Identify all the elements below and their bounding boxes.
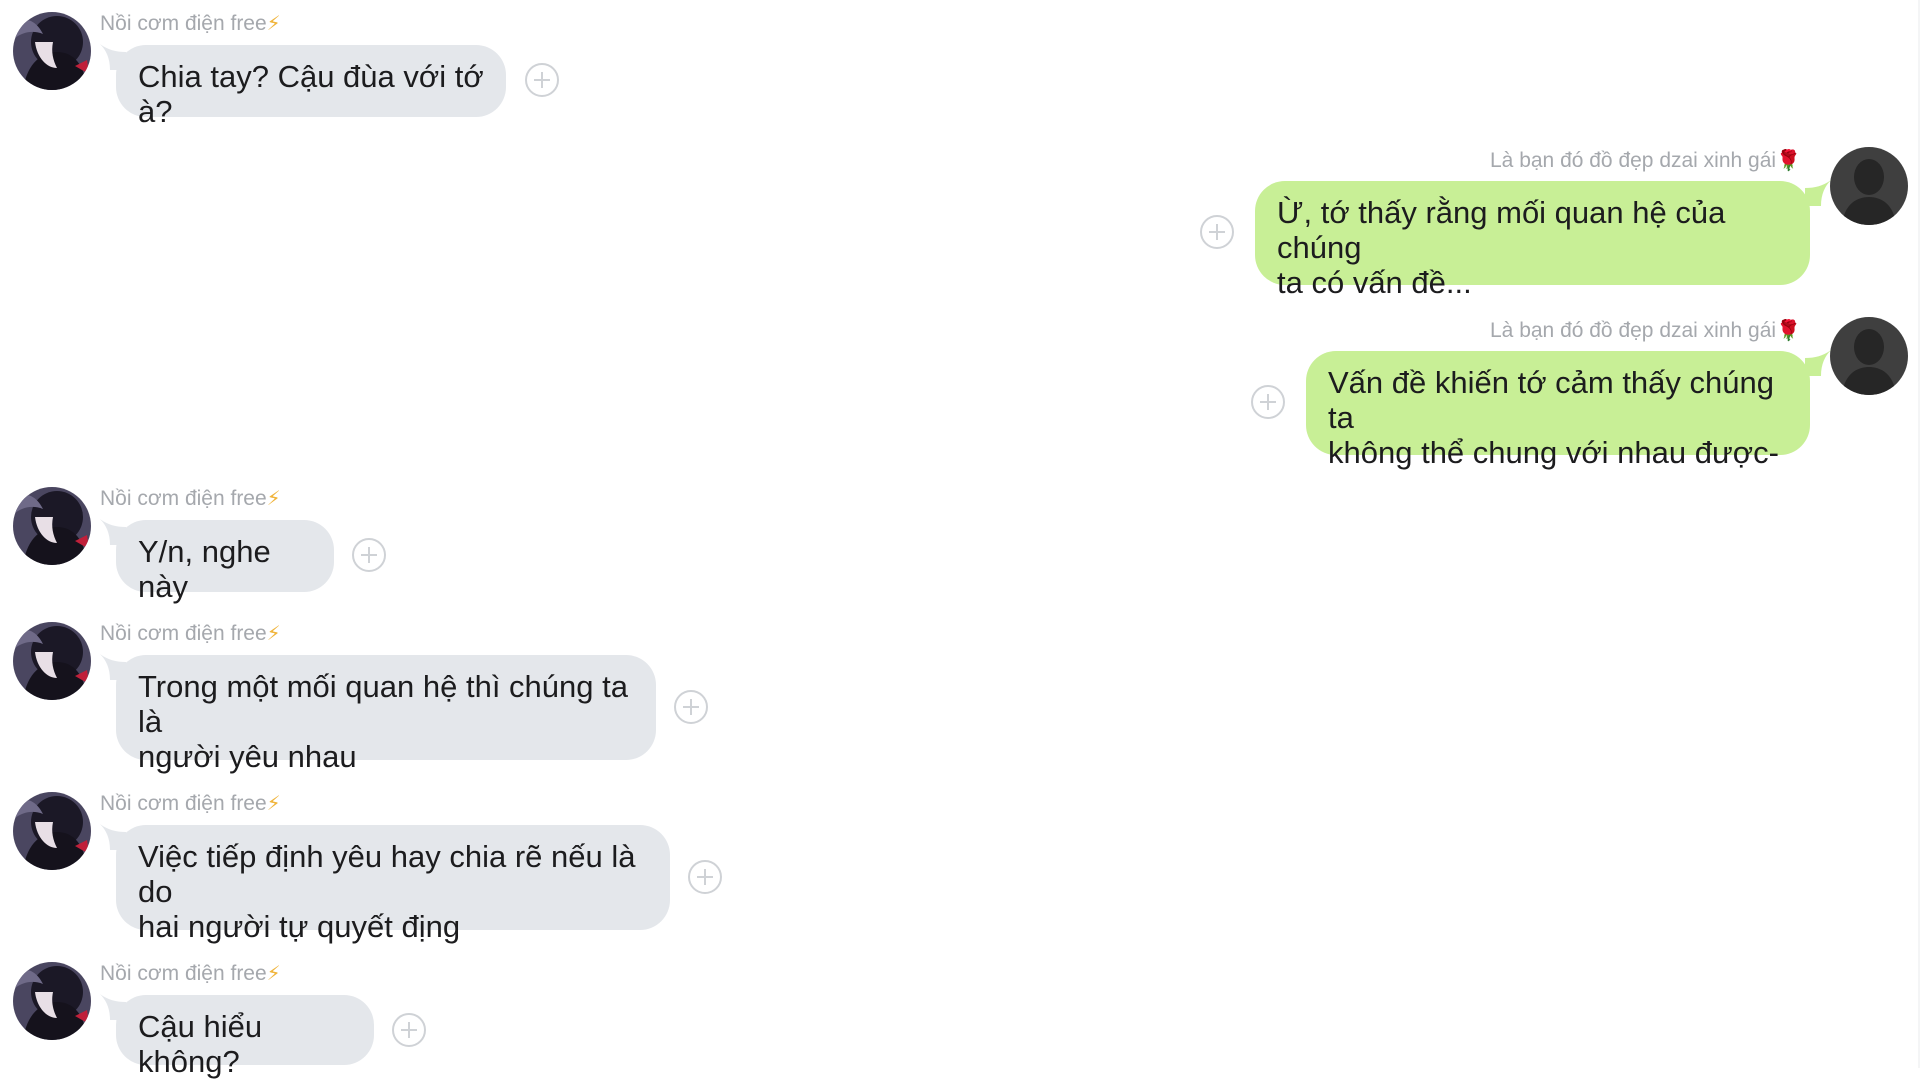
rose-icon: 🌹 [1776, 150, 1801, 172]
incoming-message: Nồi cơm điện free⚡ Việc tiếp định yêu ha… [0, 780, 760, 944]
sender-name: Nồi cơm điện free⚡ [100, 962, 281, 985]
lightning-bolt-icon: ⚡ [266, 963, 281, 985]
plus-circle-icon[interactable] [1200, 215, 1234, 249]
plus-circle-icon[interactable] [352, 538, 386, 572]
message-text-line: ta có vấn đề... [1277, 265, 1472, 300]
message-bubble[interactable]: Chia tay? Cậu đùa với tớ à? [116, 45, 506, 129]
message-text: Chia tay? Cậu đùa với tớ à? [138, 59, 484, 129]
message-text-line: Việc tiếp định yêu hay chia rẽ nếu là do [138, 839, 636, 909]
anime-girl-avatar-icon[interactable] [13, 622, 91, 700]
message-text-line: không thể chung với nhau được- [1328, 435, 1779, 470]
sender-name: Là bạn đó đồ đẹp dzai xinh gái🌹 [1490, 319, 1801, 342]
lightning-bolt-icon: ⚡ [266, 488, 281, 510]
lightning-bolt-icon: ⚡ [266, 623, 281, 645]
sender-name: Nồi cơm điện free⚡ [100, 12, 281, 35]
anime-girl-avatar-icon[interactable] [13, 12, 91, 90]
chat-conversation: Nồi cơm điện free⚡ Chia tay? Cậu đùa với… [0, 0, 1920, 1079]
message-bubble[interactable]: Ừ, tớ thấy rằng mối quan hệ của chúng ta… [1255, 181, 1810, 300]
anime-girl-avatar-icon[interactable] [13, 487, 91, 565]
message-text-line: Ừ, tớ thấy rằng mối quan hệ của chúng [1277, 195, 1726, 265]
plus-circle-icon[interactable] [392, 1013, 426, 1047]
sender-name: Nồi cơm điện free⚡ [100, 622, 281, 645]
message-bubble[interactable]: Cậu hiểu không? [116, 995, 374, 1079]
message-bubble[interactable]: Vấn đề khiến tớ cảm thấy chúng ta không … [1306, 351, 1810, 470]
default-user-avatar-icon[interactable] [1830, 147, 1908, 225]
outgoing-message: Là bạn đó đồ đẹp dzai xinh gái🌹 Vấn đề k… [1150, 310, 1920, 470]
plus-circle-icon[interactable] [674, 690, 708, 724]
message-bubble[interactable]: Y/n, nghe này [116, 520, 334, 604]
sender-name: Là bạn đó đồ đẹp dzai xinh gái🌹 [1490, 149, 1801, 172]
anime-girl-avatar-icon[interactable] [13, 962, 91, 1040]
message-text: Y/n, nghe này [138, 534, 271, 604]
default-user-avatar-icon[interactable] [1830, 317, 1908, 395]
message-text-line: hai người tự quyết địng [138, 909, 461, 944]
sender-name: Nồi cơm điện free⚡ [100, 487, 281, 510]
message-bubble[interactable]: Việc tiếp định yêu hay chia rẽ nếu là do… [116, 825, 670, 944]
incoming-message: Nồi cơm điện free⚡ Chia tay? Cậu đùa với… [0, 0, 700, 129]
plus-circle-icon[interactable] [1251, 385, 1285, 419]
message-text: Cậu hiểu không? [138, 1009, 263, 1079]
incoming-message: Nồi cơm điện free⚡ Cậu hiểu không? [0, 950, 700, 1079]
lightning-bolt-icon: ⚡ [266, 13, 281, 35]
message-bubble[interactable]: Trong một mối quan hệ thì chúng ta là ng… [116, 655, 656, 774]
incoming-message: Nồi cơm điện free⚡ Trong một mối quan hệ… [0, 610, 760, 774]
outgoing-message: Là bạn đó đồ đẹp dzai xinh gái🌹 Ừ, tớ th… [1150, 140, 1920, 300]
incoming-message: Nồi cơm điện free⚡ Y/n, nghe này [0, 475, 700, 604]
rose-icon: 🌹 [1776, 320, 1801, 342]
message-text-line: Vấn đề khiến tớ cảm thấy chúng ta [1328, 365, 1774, 435]
anime-girl-avatar-icon[interactable] [13, 792, 91, 870]
message-text-line: người yêu nhau [138, 739, 357, 774]
plus-circle-icon[interactable] [525, 63, 559, 97]
plus-circle-icon[interactable] [688, 860, 722, 894]
message-text-line: Trong một mối quan hệ thì chúng ta là [138, 669, 628, 739]
sender-name: Nồi cơm điện free⚡ [100, 792, 281, 815]
lightning-bolt-icon: ⚡ [266, 793, 281, 815]
